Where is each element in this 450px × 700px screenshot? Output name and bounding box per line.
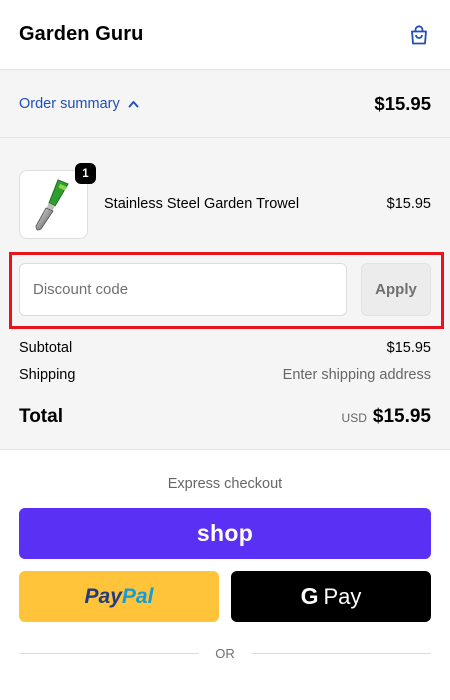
order-summary-toggle-label-wrap[interactable]: Order summary (19, 96, 139, 112)
divider-line-right (250, 653, 431, 654)
shopping-bag-icon (411, 24, 427, 44)
total-label: Total (19, 406, 63, 427)
summary-total-price: $15.95 (374, 92, 431, 114)
quantity-badge: 1 (75, 163, 96, 184)
shop-pay-button[interactable]: shop (19, 508, 431, 559)
product-name: Stainless Steel Garden Trowel (104, 195, 300, 212)
order-summary-panel: Order summary $15.95 1 Stainless Steel G… (0, 70, 450, 450)
line-item: 1 Stainless Steel Garden Trowel $15.95 (19, 138, 431, 239)
totals-section: Subtotal $15.95 Shipping Enter shipping … (19, 340, 431, 383)
total-row: Total USD $15.95 (19, 406, 431, 449)
total-amount-wrap: USD $15.95 (342, 406, 431, 428)
cart-button[interactable] (406, 22, 432, 48)
paypal-logo-pal: Pal (121, 584, 154, 608)
shipping-label: Shipping (19, 367, 76, 383)
chevron-up-icon (128, 100, 139, 107)
store-name[interactable]: Garden Guru (19, 23, 143, 46)
apply-discount-button[interactable]: Apply (361, 263, 431, 316)
discount-row: Apply (9, 252, 444, 329)
express-checkout-section: Express checkout shop Pay Pal G Pay OR (0, 450, 450, 661)
divider-line-left (19, 653, 200, 654)
subtotal-value: $15.95 (386, 340, 431, 356)
paypal-button[interactable]: Pay Pal (19, 571, 219, 622)
shipping-row: Shipping Enter shipping address (19, 367, 431, 383)
wallet-buttons-row: Pay Pal G Pay (19, 571, 431, 622)
subtotal-label: Subtotal (19, 340, 73, 356)
shop-pay-logo-text: shop (196, 520, 254, 546)
or-divider: OR (19, 646, 431, 661)
subtotal-row: Subtotal $15.95 (19, 340, 431, 356)
total-amount: $15.95 (372, 406, 431, 427)
checkout-header: Garden Guru (0, 0, 450, 70)
product-thumbnail-wrap: 1 (19, 163, 96, 239)
product-price: $15.95 (386, 195, 431, 212)
order-summary-toggle[interactable]: Order summary $15.95 (0, 70, 450, 138)
express-checkout-title: Express checkout (167, 476, 283, 492)
google-pay-button[interactable]: G Pay (231, 571, 431, 622)
garden-trowel-image (35, 178, 69, 230)
paypal-logo-pay: Pay (84, 584, 122, 608)
discount-code-input[interactable] (19, 263, 347, 316)
order-summary-toggle-label: Order summary (19, 95, 120, 112)
google-pay-label: Pay (323, 583, 362, 609)
currency-code: USD (341, 411, 367, 425)
shipping-value: Enter shipping address (282, 367, 431, 383)
or-label: OR (215, 646, 235, 661)
google-g-icon: G (300, 583, 319, 609)
